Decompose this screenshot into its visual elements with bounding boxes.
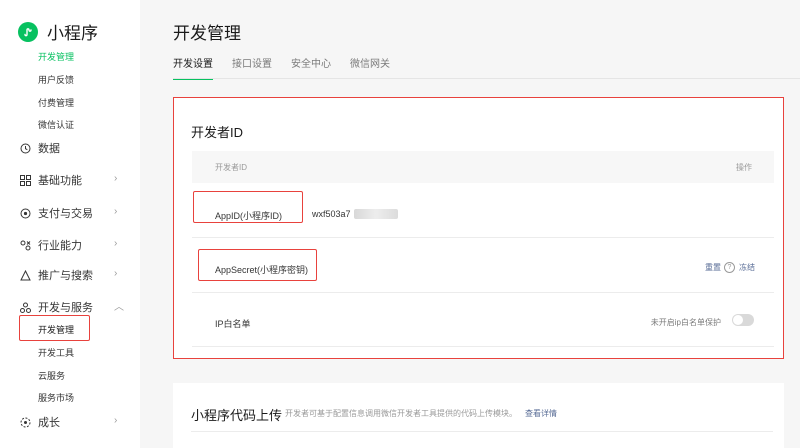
sidebar-item-payment-management[interactable]: 付费管理 [38,96,74,109]
highlight-box [19,315,90,341]
sidebar-group-data[interactable]: 数据 [19,140,60,156]
ip-whitelist-label: IP白名单 [215,319,251,329]
section-title: 开发者ID [191,125,244,140]
brand[interactable]: 小程序 [18,19,98,44]
highlight-box [198,249,317,281]
chevron-right-icon: › [114,238,118,249]
divider [191,431,773,432]
main-content: 开发管理 开发设置 接口设置 安全中心 微信网关 开发者ID 开发者ID 操作 … [140,0,800,448]
chevron-right-icon: › [114,206,118,217]
tab-bar: 开发设置 接口设置 安全中心 微信网关 [173,55,409,80]
freeze-link[interactable]: 冻结 [739,262,755,273]
sidebar-group-label: 开发与服务 [38,302,93,314]
chevron-up-icon: ︿ [114,302,124,313]
sidebar-item-dev-tools[interactable]: 开发工具 [38,346,74,359]
table-header: 开发者ID 操作 [192,151,774,183]
mini-program-logo-icon [18,21,38,42]
tab-dev-settings[interactable]: 开发设置 [173,55,213,80]
section-description: 开发者可基于配置信息调用微信开发者工具提供的代码上传模块。 [285,409,517,418]
sidebar-group-payment[interactable]: 支付与交易 [19,205,93,221]
sidebar: 小程序 开发管理 用户反馈 付费管理 微信认证 数据 基础功能 › 支付与交易 … [0,0,140,448]
code-upload-card: 小程序代码上传 开发者可基于配置信息调用微信开发者工具提供的代码上传模块。 查看… [173,383,784,448]
sidebar-group-label: 推广与搜索 [38,270,93,282]
ip-whitelist-toggle[interactable] [732,314,754,326]
column-header-id: 开发者ID [215,163,247,172]
sidebar-group-basic[interactable]: 基础功能 [19,172,82,188]
chevron-right-icon: › [114,415,118,426]
clock-icon [19,142,31,154]
divider [192,237,774,238]
sidebar-item-dev-management[interactable]: 开发管理 [38,50,74,63]
tab-wechat-gateway[interactable]: 微信网关 [350,55,390,80]
growth-icon [19,416,31,428]
brand-name: 小程序 [47,24,98,43]
sidebar-item-service-market[interactable]: 服务市场 [38,391,74,404]
promote-icon [19,269,31,281]
sidebar-group-industry[interactable]: 行业能力 [19,237,82,253]
sidebar-group-label: 行业能力 [38,240,82,252]
sidebar-group-dev-service[interactable]: 开发与服务 [19,299,93,315]
divider [192,292,774,293]
ip-whitelist-status: 未开启ip白名单保护 [650,318,721,327]
appsecret-actions: 重置 ? 冻结 [705,262,755,273]
reset-link[interactable]: 重置 [705,262,721,273]
sidebar-group-growth[interactable]: 成长 [19,414,60,430]
sidebar-group-label: 数据 [38,143,60,155]
appid-text: wxf503a7 [312,209,351,219]
payment-icon [19,207,31,219]
divider [192,346,774,347]
masked-value [353,209,398,219]
sidebar-group-label: 基础功能 [38,175,82,187]
industry-icon [19,239,31,251]
appid-value[interactable]: wxf503a7 [312,209,398,219]
sidebar-group-promote[interactable]: 推广与搜索 [19,267,93,283]
help-icon[interactable]: ? [724,262,735,273]
sidebar-item-user-feedback[interactable]: 用户反馈 [38,73,74,86]
sidebar-group-label: 成长 [38,417,60,429]
developer-id-card: 开发者ID 开发者ID 操作 AppID(小程序ID) wxf503a7 App… [173,97,784,359]
toggle-knob [733,315,743,325]
highlight-box [193,191,303,223]
grid-icon [19,174,31,186]
tab-security-center[interactable]: 安全中心 [291,55,331,80]
tab-interface-settings[interactable]: 接口设置 [232,55,272,80]
section-title: 小程序代码上传 [191,408,283,423]
view-details-link[interactable]: 查看详情 [525,408,557,419]
divider [173,78,800,79]
column-header-actions: 操作 [736,163,752,172]
sidebar-item-wechat-verify[interactable]: 微信认证 [38,118,74,131]
chevron-right-icon: › [114,268,118,279]
sidebar-item-cloud-service[interactable]: 云服务 [38,369,65,382]
chevron-right-icon: › [114,173,118,184]
dev-service-icon [19,301,31,313]
sidebar-group-label: 支付与交易 [38,208,93,220]
page-title: 开发管理 [173,24,241,43]
